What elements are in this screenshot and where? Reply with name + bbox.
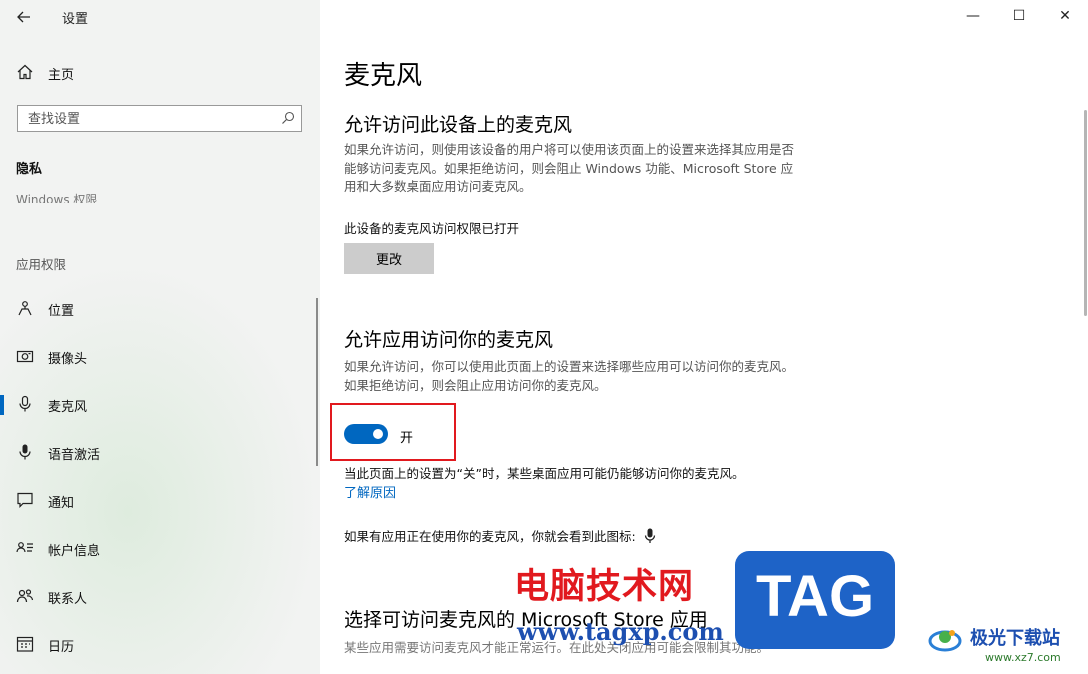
sidebar-item-home[interactable]: 主页 — [0, 51, 320, 95]
watermark-brand: 极光下载站 — [970, 628, 1060, 649]
watermark-tag-logo: TAG — [735, 551, 895, 649]
sidebar-item-label: 日历 — [48, 640, 75, 655]
main-scrollbar[interactable] — [1084, 110, 1087, 316]
watermark-tag-text: TAG — [755, 564, 875, 629]
watermark-site-url: www.tagxp.com — [517, 617, 724, 646]
page-title: 麦克风 — [344, 61, 423, 91]
learn-why-link[interactable]: 了解原因 — [344, 482, 396, 501]
voice-activation-icon — [19, 444, 31, 460]
group-label-app-permissions: 应用权限 — [16, 257, 67, 272]
app-title: 设置 — [62, 12, 89, 27]
sidebar-item-label: 帐户信息 — [48, 544, 101, 559]
apps-section-title: 允许应用访问你的麦克风 — [344, 329, 554, 351]
back-button[interactable] — [8, 4, 40, 30]
notification-icon — [17, 492, 33, 508]
minimize-button[interactable]: — — [950, 0, 996, 32]
search-icon — [282, 111, 295, 124]
search-field[interactable] — [17, 105, 302, 132]
sidebar-item-notifications[interactable]: 通知 — [0, 479, 320, 523]
maximize-button[interactable]: ☐ — [996, 0, 1042, 32]
sidebar-item-label: 联系人 — [48, 592, 88, 607]
microphone-icon — [644, 528, 655, 543]
back-arrow-icon — [17, 11, 30, 23]
microphone-icon — [19, 395, 31, 412]
sidebar-item-label: 摄像头 — [48, 352, 88, 367]
watermark-site-name: 电脑技术网 — [514, 567, 695, 607]
device-section-title: 允许访问此设备上的麦克风 — [344, 114, 573, 136]
calendar-icon — [16, 636, 34, 652]
in-use-icon-note: 如果有应用正在使用你的麦克风，你就会看到此图标: — [344, 526, 656, 545]
sidebar-item-camera[interactable]: 摄像头 — [0, 335, 320, 379]
sidebar-item-voice-activation[interactable]: 语音激活 — [0, 431, 320, 475]
sidebar-item-label: 麦克风 — [48, 400, 88, 415]
sidebar-item-windows-permissions[interactable]: Windows 权限 — [16, 191, 97, 203]
device-section-description: 如果允许访问，则使用该设备的用户将可以使用该页面上的设置来选择其应用是否能够访问… — [344, 142, 795, 194]
sidebar-item-account-info[interactable]: 帐户信息 — [0, 527, 320, 571]
sidebar: 设置 主页 隐私 Windows 权限 应用权限 位置 摄像头 — [0, 0, 320, 674]
app-access-toggle[interactable] — [344, 424, 388, 444]
search-input[interactable] — [26, 109, 275, 130]
camera-icon — [16, 350, 34, 363]
main-content: — ☐ ✕ 麦克风 允许访问此设备上的麦克风 如果允许访问，则使用该设备的用户将… — [320, 0, 1088, 674]
sidebar-item-contacts[interactable]: 联系人 — [0, 575, 320, 619]
sidebar-item-label: 位置 — [48, 304, 75, 319]
device-access-status: 此设备的麦克风访问权限已打开 — [344, 221, 520, 236]
change-button[interactable]: 更改 — [344, 243, 434, 274]
in-use-icon-note-text: 如果有应用正在使用你的麦克风，你就会看到此图标: — [344, 529, 636, 544]
contacts-icon — [16, 589, 34, 603]
sidebar-item-location[interactable]: 位置 — [0, 287, 320, 331]
sidebar-item-label: 语音激活 — [48, 448, 101, 463]
toggle-knob — [373, 429, 383, 439]
brand-logo-icon — [928, 630, 962, 652]
sidebar-item-calendar[interactable]: 日历 — [0, 623, 320, 667]
maximize-icon: ☐ — [1012, 8, 1026, 24]
toggle-state-label: 开 — [400, 431, 414, 446]
close-button[interactable]: ✕ — [1042, 0, 1088, 32]
apps-section-description: 如果允许访问，你可以使用此页面上的设置来选择哪些应用可以访问你的麦克风。如果拒绝… — [344, 359, 795, 393]
sidebar-item-label: 主页 — [48, 68, 75, 83]
sidebar-item-label: 通知 — [48, 496, 75, 511]
section-title-privacy: 隐私 — [16, 162, 43, 177]
location-icon — [18, 301, 32, 316]
account-info-icon — [16, 542, 33, 553]
desktop-apps-note: 当此页面上的设置为“关”时，某些桌面应用可能仍能够访问你的麦克风。 — [344, 466, 745, 481]
sidebar-item-microphone[interactable]: 麦克风 — [0, 383, 320, 427]
home-icon — [17, 64, 33, 80]
watermark-brand-url: www.xz7.com — [985, 651, 1061, 664]
sidebar-scrollbar[interactable] — [316, 298, 318, 466]
minimize-icon: — — [966, 8, 980, 24]
close-icon: ✕ — [1059, 8, 1071, 24]
